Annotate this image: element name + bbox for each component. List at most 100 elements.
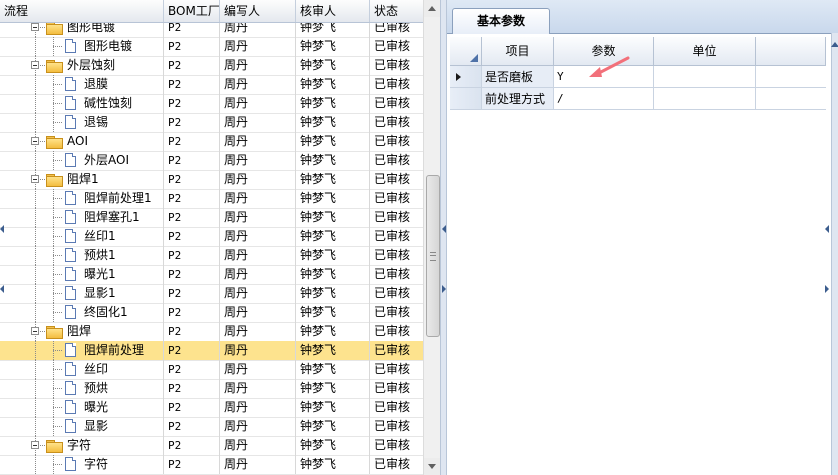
tree-folder-row[interactable]: 外层蚀刻 P2 周丹 钟梦飞 已审核 [0, 56, 423, 76]
tree-node-cell[interactable]: 字符 [0, 455, 164, 474]
tree-item-row[interactable]: 显影1 P2 周丹 钟梦飞 已审核 [0, 284, 423, 304]
collapse-icon[interactable] [31, 23, 39, 31]
tree-node-cell[interactable]: 退膜 [0, 75, 164, 94]
tree-item-row[interactable]: 外层AOI P2 周丹 钟梦飞 已审核 [0, 151, 423, 171]
tree-item-row[interactable]: 字符 P2 周丹 钟梦飞 已审核 [0, 455, 423, 475]
tree-item-row[interactable]: 预烘 P2 周丹 钟梦飞 已审核 [0, 379, 423, 399]
reviewer-cell: 钟梦飞 [296, 189, 370, 208]
splitter-right-arrow-icon[interactable] [442, 285, 446, 293]
param-unit-cell[interactable] [654, 88, 756, 110]
tree-folder-row[interactable]: 阻焊1 P2 周丹 钟梦飞 已审核 [0, 170, 423, 190]
scrollbar-thumb[interactable] [426, 175, 440, 337]
collapse-icon[interactable] [31, 441, 39, 449]
tree-item-row[interactable]: 退锡 P2 周丹 钟梦飞 已审核 [0, 113, 423, 133]
tree-node-cell[interactable]: 阻焊前处理 [0, 341, 164, 360]
tree-node-cell[interactable]: 碱性蚀刻 [0, 94, 164, 113]
expand-left-icon[interactable] [825, 225, 829, 233]
tree-item-row[interactable]: 阻焊前处理 P2 周丹 钟梦飞 已审核 [0, 341, 423, 361]
tree-folder-row[interactable]: 字符 P2 周丹 钟梦飞 已审核 [0, 436, 423, 456]
panel-splitter[interactable] [440, 0, 447, 475]
tree-item-row[interactable]: 阻焊塞孔1 P2 周丹 钟梦飞 已审核 [0, 208, 423, 228]
reviewer-cell: 钟梦飞 [296, 170, 370, 189]
tree-node-cell[interactable]: 曝光1 [0, 265, 164, 284]
status-cell: 已审核 [374, 400, 411, 414]
tree-item-row[interactable]: 图形电镀 P2 周丹 钟梦飞 已审核 [0, 37, 423, 57]
collapse-icon[interactable] [31, 61, 39, 69]
tree-node-cell[interactable]: 阻焊塞孔1 [0, 208, 164, 227]
collapse-up-icon[interactable] [831, 42, 838, 47]
column-header-item[interactable]: 项目 [482, 37, 554, 66]
tree-node-cell[interactable]: AOI [0, 132, 164, 151]
document-icon [65, 381, 76, 395]
tree-connector [35, 75, 36, 94]
expand-right-icon[interactable] [825, 285, 829, 293]
param-row[interactable]: 是否磨板 Y [450, 66, 826, 88]
tree-node-label: 终固化1 [84, 305, 128, 319]
tree-node-cell[interactable]: 丝印1 [0, 227, 164, 246]
tree-node-cell[interactable]: 阻焊 [0, 322, 164, 341]
tree-node-cell[interactable]: 图形电镀 [0, 23, 164, 37]
tree-node-cell[interactable]: 图形电镀 [0, 37, 164, 56]
tree-node-cell[interactable]: 显影1 [0, 284, 164, 303]
vertical-scrollbar[interactable] [423, 0, 441, 475]
tree-item-row[interactable]: 丝印1 P2 周丹 钟梦飞 已审核 [0, 227, 423, 247]
param-row[interactable]: 前处理方式 / [450, 88, 826, 110]
tree-node-cell[interactable]: 阻焊前处理1 [0, 189, 164, 208]
scroll-down-button[interactable] [424, 458, 441, 475]
tree-item-row[interactable]: 阻焊前处理1 P2 周丹 钟梦飞 已审核 [0, 189, 423, 209]
status-cell: 已审核 [374, 153, 411, 167]
tree-node-cell[interactable]: 阻焊1 [0, 170, 164, 189]
tree-item-row[interactable]: 曝光1 P2 周丹 钟梦飞 已审核 [0, 265, 423, 285]
row-selector[interactable] [450, 88, 482, 110]
column-header-unit[interactable]: 单位 [654, 37, 756, 66]
tree-connector [35, 341, 36, 360]
column-header-reviewer[interactable]: 核审人 [296, 0, 370, 22]
status-cell: 已审核 [374, 267, 411, 281]
tree-item-row[interactable]: 曝光 P2 周丹 钟梦飞 已审核 [0, 398, 423, 418]
collapse-icon[interactable] [31, 137, 39, 145]
collapse-icon[interactable] [31, 327, 39, 335]
tree-node-cell[interactable]: 字符 [0, 436, 164, 455]
tab-basic-params[interactable]: 基本参数 [452, 8, 550, 34]
reviewer-cell: 钟梦飞 [296, 284, 370, 303]
reviewer-cell: 钟梦飞 [296, 151, 370, 170]
tree-folder-row[interactable]: 图形电镀 P2 周丹 钟梦飞 已审核 [0, 23, 423, 38]
param-unit-cell[interactable] [654, 66, 756, 88]
tree-node-cell[interactable]: 退锡 [0, 113, 164, 132]
tree-connector [53, 464, 62, 465]
tree-item-row[interactable]: 终固化1 P2 周丹 钟梦飞 已审核 [0, 303, 423, 323]
tree-item-row[interactable]: 显影 P2 周丹 钟梦飞 已审核 [0, 417, 423, 437]
column-header-bom-factory[interactable]: BOM工厂 [164, 0, 220, 22]
tree-item-row[interactable]: 碱性蚀刻 P2 周丹 钟梦飞 已审核 [0, 94, 423, 114]
tree-node-cell[interactable]: 预烘1 [0, 246, 164, 265]
param-item-cell: 前处理方式 [482, 88, 554, 110]
tree-node-cell[interactable]: 曝光 [0, 398, 164, 417]
status-cell: 已审核 [374, 172, 411, 186]
column-header-status[interactable]: 状态 [370, 0, 423, 22]
collapse-icon[interactable] [31, 175, 39, 183]
select-all-corner[interactable] [450, 37, 482, 66]
right-splitter[interactable] [831, 33, 838, 475]
column-header-writer[interactable]: 编写人 [220, 0, 296, 22]
collapse-left-icon[interactable] [0, 225, 4, 233]
tree-folder-row[interactable]: 阻焊 P2 周丹 钟梦飞 已审核 [0, 322, 423, 342]
scroll-up-button[interactable] [424, 0, 441, 17]
tree-folder-row[interactable]: AOI P2 周丹 钟梦飞 已审核 [0, 132, 423, 152]
folder-icon [46, 136, 63, 149]
param-value-cell[interactable]: / [554, 88, 654, 110]
tree-node-cell[interactable]: 丝印 [0, 360, 164, 379]
tree-item-row[interactable]: 退膜 P2 周丹 钟梦飞 已审核 [0, 75, 423, 95]
collapse-left-icon-2[interactable] [0, 285, 4, 293]
splitter-left-arrow-icon[interactable] [442, 225, 446, 233]
tree-node-cell[interactable]: 外层AOI [0, 151, 164, 170]
tree-node-cell[interactable]: 外层蚀刻 [0, 56, 164, 75]
tree-node-cell[interactable]: 终固化1 [0, 303, 164, 322]
column-header-process[interactable]: 流程 [0, 0, 164, 22]
tree-item-row[interactable]: 预烘1 P2 周丹 钟梦飞 已审核 [0, 246, 423, 266]
tree-item-row[interactable]: 丝印 P2 周丹 钟梦飞 已审核 [0, 360, 423, 380]
bom-factory-cell: P2 [164, 398, 220, 417]
tree-node-cell[interactable]: 预烘 [0, 379, 164, 398]
row-selector[interactable] [450, 66, 482, 88]
tree-connector [35, 246, 36, 265]
tree-node-cell[interactable]: 显影 [0, 417, 164, 436]
